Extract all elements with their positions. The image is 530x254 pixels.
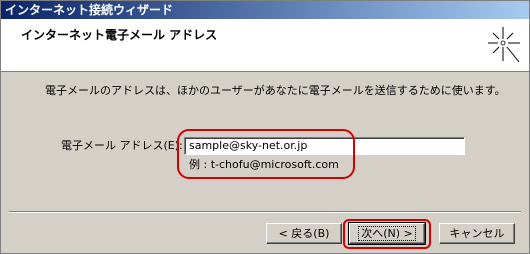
window-title: インターネット接続ウィザード <box>5 3 174 17</box>
wizard-sparkle-icon <box>488 27 521 63</box>
page-title: インターネット電子メール アドレス <box>21 28 218 42</box>
email-address-label: 電子メール アドレス(E): <box>61 139 183 152</box>
email-highlight-annotation <box>177 129 355 179</box>
back-button-label: < 戻る(B) <box>278 227 330 240</box>
cancel-button[interactable]: キャンセル <box>439 223 515 244</box>
cancel-button-label: キャンセル <box>449 227 505 240</box>
next-highlight-annotation <box>343 219 431 249</box>
wizard-header: インターネット電子メール アドレス <box>1 19 529 72</box>
description-text: 電子メールのアドレスは、ほかのユーザーがあなたに電子メールを送信するために使いま… <box>45 84 506 97</box>
wizard-window: インターネット接続ウィザード インターネット電子メール アドレス 電子メールのア… <box>0 0 530 254</box>
title-bar[interactable]: インターネット接続ウィザード <box>1 1 529 19</box>
button-separator <box>9 211 521 213</box>
back-button[interactable]: < 戻る(B) <box>266 223 342 244</box>
